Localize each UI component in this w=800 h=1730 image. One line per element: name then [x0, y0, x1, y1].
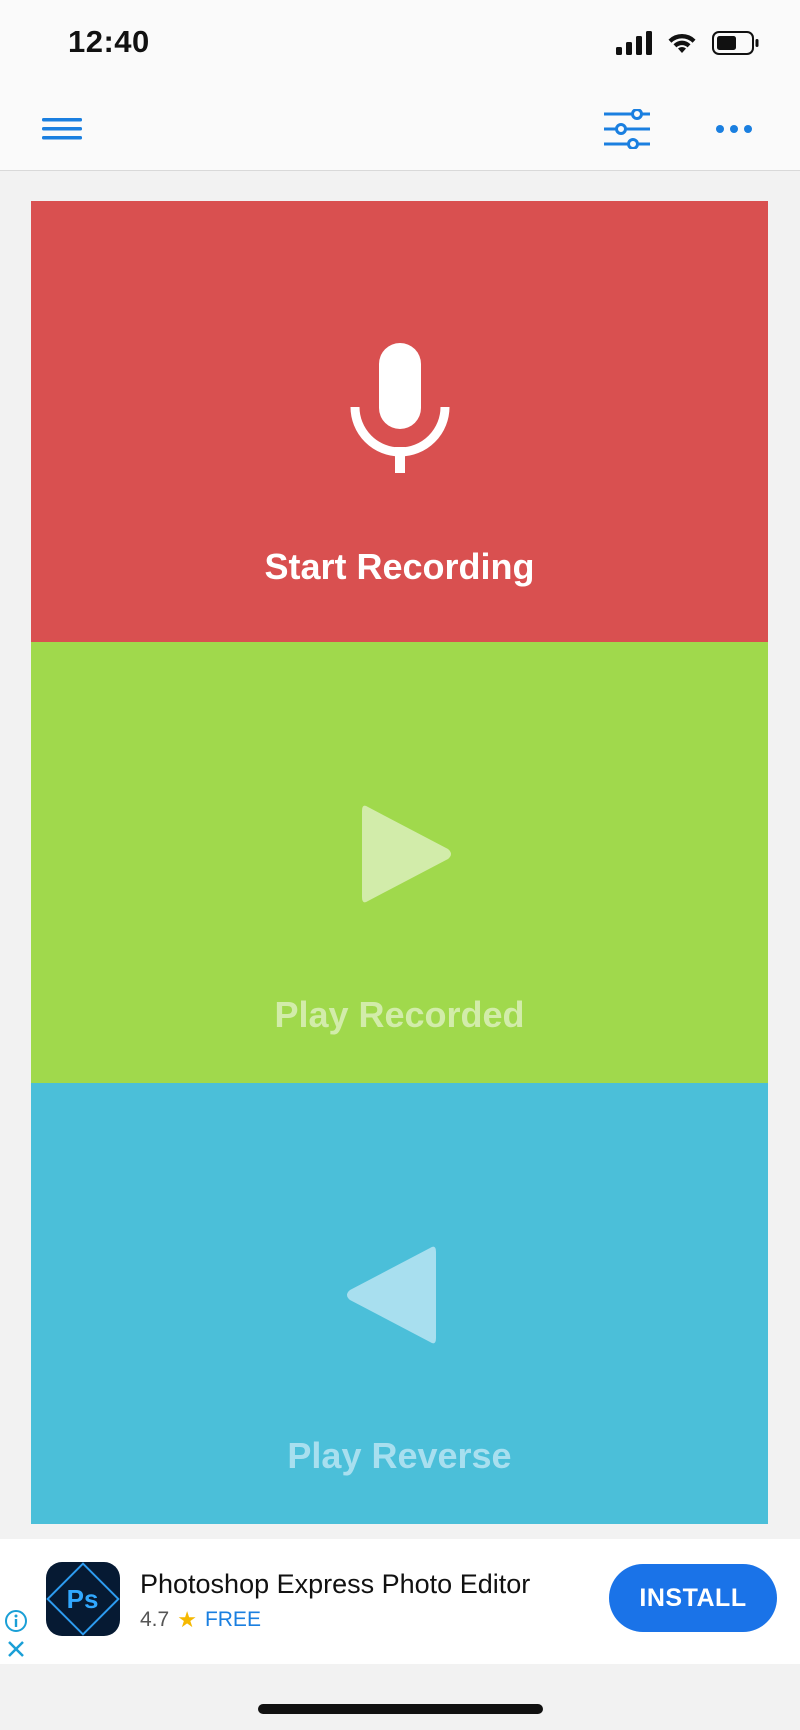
nav-bar	[0, 88, 800, 171]
microphone-icon	[350, 343, 449, 473]
play-icon	[361, 805, 451, 903]
home-indicator[interactable]	[258, 1704, 543, 1714]
app-logo-frame: Ps	[46, 1562, 120, 1636]
start-recording-label: Start Recording	[264, 546, 535, 587]
play-recorded-label: Play Recorded	[274, 994, 525, 1035]
ad-meta: 4.7 ★ FREE	[140, 1607, 261, 1633]
start-recording-button[interactable]: Start Recording	[31, 201, 768, 642]
sliders-icon	[604, 109, 650, 149]
settings-button[interactable]	[602, 104, 652, 154]
status-time: 12:40	[68, 24, 150, 59]
main-content: Start Recording Play Recorded Play Rever…	[0, 171, 800, 1539]
ad-rating: 4.7	[140, 1608, 170, 1631]
menu-button[interactable]	[40, 110, 84, 148]
ad-banner[interactable]: Ps Photoshop Express Photo Editor 4.7 ★ …	[0, 1539, 800, 1664]
status-bar: 12:40	[0, 0, 800, 88]
ad-info-icon[interactable]	[4, 1609, 28, 1633]
play-recorded-button[interactable]: Play Recorded	[31, 642, 768, 1083]
play-reverse-button[interactable]: Play Reverse	[31, 1083, 768, 1524]
ad-title[interactable]: Photoshop Express Photo Editor	[140, 1569, 530, 1600]
battery-icon	[712, 31, 759, 55]
ad-price: FREE	[204, 1608, 261, 1631]
cellular-signal-icon	[616, 31, 652, 55]
star-icon: ★	[177, 1607, 197, 1632]
hamburger-menu-icon	[42, 118, 82, 140]
status-icons	[616, 28, 760, 58]
more-dots-icon	[716, 125, 752, 133]
reverse-play-icon	[346, 1246, 436, 1344]
play-reverse-label: Play Reverse	[287, 1435, 512, 1476]
more-button[interactable]	[712, 112, 756, 146]
install-button[interactable]: INSTALL	[609, 1564, 777, 1632]
app-logo-text: Ps	[67, 1583, 99, 1614]
ad-close-icon[interactable]	[4, 1637, 28, 1661]
wifi-icon	[668, 33, 696, 53]
app-logo[interactable]: Ps	[46, 1562, 120, 1636]
